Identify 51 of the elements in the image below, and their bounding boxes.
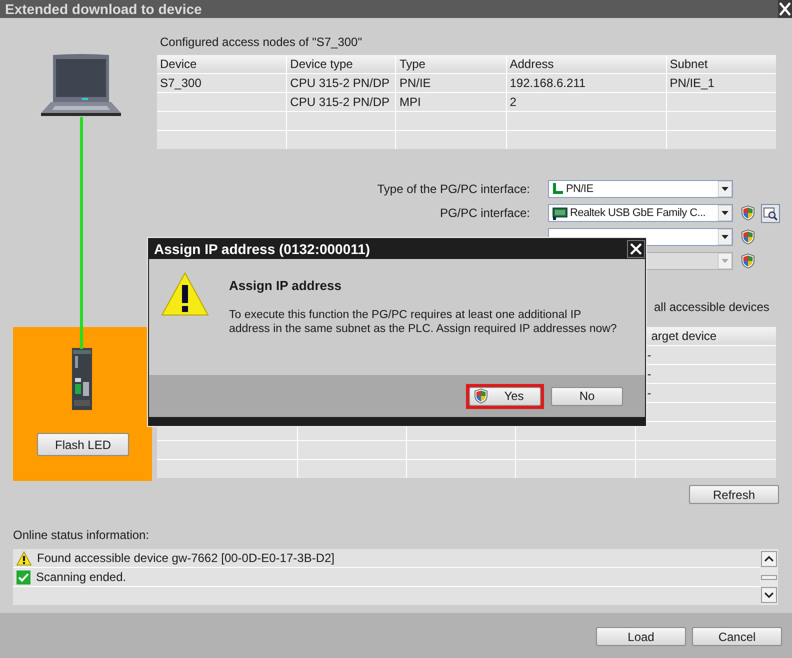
table-cell: S7_300 xyxy=(157,74,286,92)
table-cell: PN/IE_1 xyxy=(666,74,776,92)
refresh-button[interactable]: Refresh xyxy=(689,485,779,504)
window-title: Extended download to device xyxy=(4,0,202,18)
table-cell: MPI xyxy=(396,93,506,111)
table-cell: PN/IE xyxy=(396,74,506,92)
column-header: Address xyxy=(506,55,666,73)
dropdown-arrow-icon[interactable] xyxy=(718,229,732,245)
flash-led-button[interactable]: Flash LED xyxy=(37,433,129,456)
column-header: Device xyxy=(157,55,286,73)
warning-icon xyxy=(16,550,32,566)
scrollbar[interactable] xyxy=(760,549,778,605)
status-label: Online status information: xyxy=(13,528,150,542)
dropdown-value: PN/IE xyxy=(566,182,594,197)
status-message: Scanning ended. xyxy=(36,569,126,586)
network-icon xyxy=(552,182,564,196)
show-all-label: all accessible devices xyxy=(654,299,770,315)
column-header: Type xyxy=(396,55,506,73)
button[interactable]: Load xyxy=(596,627,686,646)
dialog-heading: Assign IP address xyxy=(229,278,342,294)
table-cell: 192.168.6.211 xyxy=(506,74,666,92)
dropdown[interactable]: Realtek USB GbE Family C... xyxy=(548,204,733,222)
yes-button[interactable]: Yes xyxy=(469,386,541,406)
field-label: Type of the PG/PC interface: xyxy=(376,181,530,198)
close-icon[interactable] xyxy=(627,240,645,258)
network-card-icon xyxy=(552,206,568,220)
search-button-icon[interactable] xyxy=(761,204,780,222)
dropdown-value: Realtek USB GbE Family C... xyxy=(570,206,706,221)
dialog-title: Assign IP address (0132:000011) xyxy=(153,240,370,259)
checkmark-icon xyxy=(16,570,31,584)
shield-icon xyxy=(474,388,488,404)
table-cell: CPU 315-2 PN/DP xyxy=(287,74,396,92)
table-caption: Configured access nodes of "S7_300" xyxy=(159,34,363,51)
warning-icon xyxy=(161,272,209,316)
scroll-down-icon[interactable] xyxy=(761,587,777,603)
column-header: Subnet xyxy=(666,55,776,73)
status-message: Found accessible device gw-7662 [00-0D-E0-17-3B-D2] xyxy=(37,550,334,567)
scroll-thumb[interactable] xyxy=(761,574,777,580)
table-cell: CPU 315-2 PN/DP xyxy=(287,93,396,111)
dropdown[interactable]: PN/IE xyxy=(548,180,733,198)
dropdown-arrow-icon[interactable] xyxy=(718,181,732,197)
button[interactable]: Cancel xyxy=(692,627,782,646)
scroll-up-icon[interactable] xyxy=(761,551,777,567)
laptop-icon xyxy=(41,52,123,117)
field-label: PG/PC interface: xyxy=(438,205,530,222)
column-header: Device type xyxy=(287,55,396,73)
table-cell: 2 xyxy=(506,93,666,111)
no-button[interactable]: No xyxy=(551,386,623,406)
dialog-message: To execute this function the PG/PC requires at least one additional IP address in the same subnet as the PLC. Assign required IP addresses now? xyxy=(229,308,618,336)
plc-device-icon xyxy=(72,348,92,410)
dropdown-arrow-icon[interactable] xyxy=(718,205,732,221)
